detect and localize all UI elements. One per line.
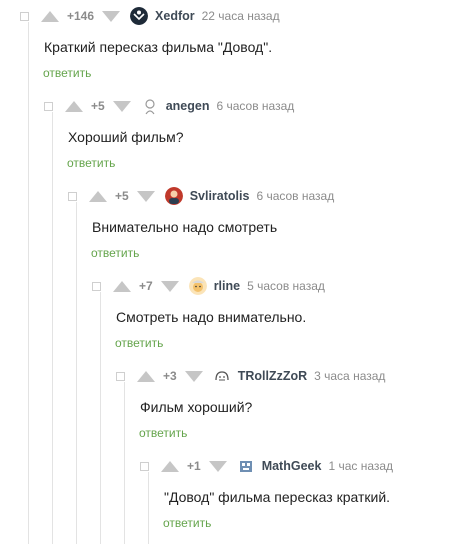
downvote-arrow-icon[interactable] <box>160 280 179 292</box>
collapse-toggle-icon[interactable] <box>92 281 101 291</box>
comment-time[interactable]: 1 час назад <box>328 459 393 473</box>
thread-line[interactable] <box>52 112 53 544</box>
comment-text: Смотреть надо внимательно. <box>116 309 307 325</box>
reply-link[interactable]: ответить <box>115 336 163 350</box>
comment-time[interactable]: 22 часа назад <box>202 9 280 23</box>
upvote-arrow-icon[interactable] <box>137 370 155 382</box>
comment-header: +7 rline 5 часов назад <box>92 276 325 296</box>
comment-rating: +7 <box>139 279 153 293</box>
comment-header: +1 MathGeek 1 час назад <box>140 456 393 476</box>
comment-text: "Довод" фильма пересказ краткий. <box>164 489 391 505</box>
comment-thread: +146 Xedfor 22 часа назад Краткий переск… <box>0 0 451 544</box>
comment-header: +146 Xedfor 22 часа назад <box>20 6 280 26</box>
avatar[interactable] <box>212 367 231 385</box>
downvote-arrow-icon[interactable] <box>112 100 131 112</box>
comment-author[interactable]: TRollZzZoR <box>238 369 307 383</box>
downvote-arrow-icon[interactable] <box>208 460 227 472</box>
comment-rating: +3 <box>163 369 177 383</box>
upvote-arrow-icon[interactable] <box>41 10 59 22</box>
comment-rating: +146 <box>67 9 95 23</box>
comment: +3 TRollZzZoR 3 часа назад Фильм хороший… <box>116 366 450 446</box>
comment-text: Фильм хороший? <box>140 399 253 415</box>
comment-rating: +5 <box>91 99 105 113</box>
comment-text: Внимательно надо смотреть <box>92 219 278 235</box>
upvote-arrow-icon[interactable] <box>161 460 179 472</box>
comment: +5 anegen 6 часов назад Хороший фильм? о… <box>44 96 450 176</box>
avatar[interactable] <box>130 7 149 25</box>
upvote-arrow-icon[interactable] <box>89 190 107 202</box>
comment-author[interactable]: Xedfor <box>155 9 195 23</box>
comment-header: +5 Svliratolis 6 часов назад <box>68 186 334 206</box>
avatar[interactable] <box>140 97 159 115</box>
downvote-arrow-icon[interactable] <box>136 190 155 202</box>
collapse-toggle-icon[interactable] <box>44 101 53 111</box>
comment-header: +3 TRollZzZoR 3 часа назад <box>116 366 385 386</box>
reply-link[interactable]: ответить <box>67 156 115 170</box>
downvote-arrow-icon[interactable] <box>184 370 203 382</box>
thread-line[interactable] <box>28 22 29 544</box>
comment-text: Хороший фильм? <box>68 129 184 145</box>
comment: +5 Svliratolis 6 часов назад Внимательно… <box>68 186 450 266</box>
reply-link[interactable]: ответить <box>43 66 91 80</box>
avatar[interactable] <box>236 457 255 475</box>
comment: +7 rline 5 часов назад Смотреть надо вни… <box>92 276 450 356</box>
collapse-toggle-icon[interactable] <box>140 461 149 471</box>
comment-author[interactable]: rline <box>214 279 240 293</box>
comment-author[interactable]: Svliratolis <box>190 189 250 203</box>
comment-author[interactable]: anegen <box>166 99 210 113</box>
comment-time[interactable]: 3 часа назад <box>314 369 385 383</box>
collapse-toggle-icon[interactable] <box>116 371 125 381</box>
avatar[interactable] <box>164 187 183 205</box>
reply-link[interactable]: ответить <box>163 516 211 530</box>
comment-time[interactable]: 6 часов назад <box>256 189 334 203</box>
avatar[interactable] <box>188 277 207 295</box>
collapse-toggle-icon[interactable] <box>68 191 77 201</box>
collapse-toggle-icon[interactable] <box>20 11 29 21</box>
downvote-arrow-icon[interactable] <box>102 10 121 22</box>
reply-link[interactable]: ответить <box>139 426 187 440</box>
comment-header: +5 anegen 6 часов назад <box>44 96 294 116</box>
comment-rating: +5 <box>115 189 129 203</box>
comment-time[interactable]: 5 часов назад <box>247 279 325 293</box>
upvote-arrow-icon[interactable] <box>65 100 83 112</box>
comment: +1 MathGeek 1 час назад "Довод" фильма п… <box>140 456 450 536</box>
comment-author[interactable]: MathGeek <box>262 459 322 473</box>
reply-link[interactable]: ответить <box>91 246 139 260</box>
comment: +146 Xedfor 22 часа назад Краткий переск… <box>20 6 450 86</box>
comment-text: Краткий пересказ фильма "Довод". <box>44 39 273 55</box>
comment-time[interactable]: 6 часов назад <box>216 99 294 113</box>
comment-rating: +1 <box>187 459 201 473</box>
upvote-arrow-icon[interactable] <box>113 280 131 292</box>
